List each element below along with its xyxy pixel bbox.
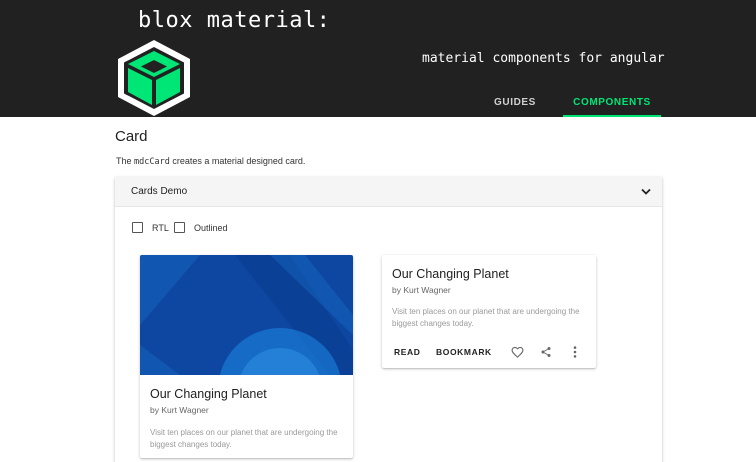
- rtl-option[interactable]: RTL: [132, 222, 169, 233]
- chevron-down-icon[interactable]: [640, 186, 652, 198]
- action-card[interactable]: Our Changing Planet by Kurt Wagner Visit…: [382, 255, 596, 368]
- share-icon[interactable]: [539, 345, 553, 359]
- active-tab-indicator: [563, 115, 661, 117]
- more-vert-icon[interactable]: [568, 345, 582, 359]
- card-body-text: Visit ten places on our planet that are …: [150, 428, 338, 449]
- card-title: Our Changing Planet: [392, 267, 509, 281]
- card-body-text: Visit ten places on our planet that are …: [392, 307, 580, 328]
- tab-guides[interactable]: GUIDES: [468, 88, 562, 117]
- card-subtitle: by Kurt Wagner: [150, 405, 209, 415]
- description-code: mdcCard: [134, 157, 170, 167]
- page-title: Card: [115, 128, 148, 145]
- outlined-label: Outlined: [194, 222, 228, 233]
- card-media-image: [140, 255, 353, 375]
- panel-header[interactable]: Cards Demo: [115, 177, 662, 207]
- media-card[interactable]: Our Changing Planet by Kurt Wagner Visit…: [140, 255, 353, 458]
- page-description: The mdcCard creates a material designed …: [116, 156, 305, 167]
- tagline: material components for angular: [422, 51, 665, 66]
- tab-components[interactable]: COMPONENTS: [563, 88, 661, 117]
- app-header: blox material: material components for a…: [0, 0, 756, 117]
- description-prefix: The: [116, 156, 135, 166]
- card-actions: READ BOOKMARK: [382, 343, 596, 361]
- cards-demo-panel: Cards Demo RTL Outlined Our Changing Pla…: [115, 177, 662, 462]
- read-button[interactable]: READ: [394, 343, 421, 361]
- outlined-option[interactable]: Outlined: [174, 222, 228, 233]
- card-title: Our Changing Planet: [150, 387, 267, 401]
- rtl-checkbox[interactable]: [132, 222, 143, 233]
- brand-title: blox material:: [138, 8, 331, 33]
- rtl-label: RTL: [152, 222, 169, 233]
- heart-icon[interactable]: [510, 345, 524, 359]
- outlined-checkbox[interactable]: [174, 222, 185, 233]
- bookmark-button[interactable]: BOOKMARK: [436, 343, 492, 361]
- description-suffix: creates a material designed card.: [169, 156, 306, 166]
- card-subtitle: by Kurt Wagner: [392, 285, 451, 295]
- panel-title: Cards Demo: [131, 186, 188, 197]
- cube-logo-icon[interactable]: [114, 38, 194, 118]
